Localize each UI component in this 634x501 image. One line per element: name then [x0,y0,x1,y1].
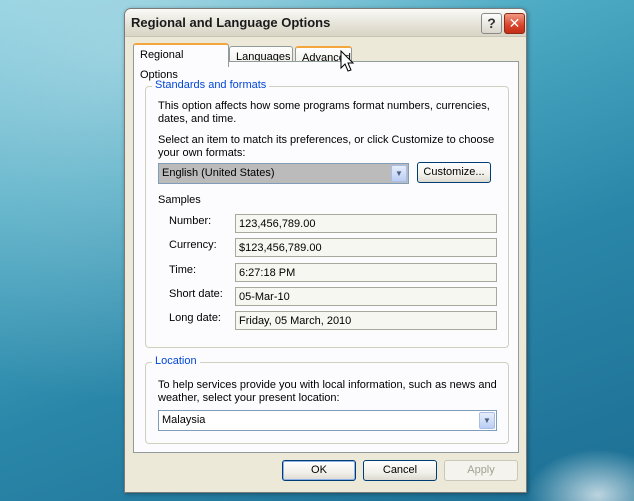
desktop-sparkle [514,441,634,501]
samples-heading: Samples [158,194,201,206]
sample-long-date-value: Friday, 05 March, 2010 [235,311,497,330]
sample-number-value: 123,456,789.00 [235,214,497,233]
format-select[interactable]: English (United States) ▼ [158,163,409,184]
sample-short-date-value: 05-Mar-10 [235,287,497,306]
standards-instruction: Select an item to match its preferences,… [158,134,495,159]
ok-button[interactable]: OK [282,460,356,481]
format-select-value: English (United States) [162,167,275,179]
standards-description: This option affects how some programs fo… [158,100,490,125]
location-select[interactable]: Malaysia ▼ [158,410,497,431]
sample-time-value: 6:27:18 PM [235,263,497,282]
title-bar[interactable]: Regional and Language Options ? ✕ [125,9,526,37]
sample-number-label: Number: [169,215,212,227]
apply-button: Apply [444,460,518,481]
tab-panel-regional-options: Standards and formats This option affect… [133,61,519,453]
mouse-cursor-icon [340,50,355,72]
sample-long-date-label: Long date: [169,312,221,324]
location-description: To help services provide you with local … [158,379,497,404]
cancel-button[interactable]: Cancel [363,460,437,481]
tab-regional-options[interactable]: Regional Options [133,43,229,81]
chevron-down-icon[interactable]: ▼ [479,412,495,429]
sample-currency-label: Currency: [169,239,217,251]
customize-button[interactable]: Customize... [417,162,491,183]
location-legend: Location [152,355,200,367]
dialog-title: Regional and Language Options [131,15,331,30]
chevron-down-icon[interactable]: ▼ [391,165,407,182]
help-button[interactable]: ? [481,13,502,34]
close-button[interactable]: ✕ [504,13,525,34]
sample-time-label: Time: [169,264,197,276]
location-select-value: Malaysia [162,414,206,426]
regional-options-dialog: Regional and Language Options ? ✕ Region… [124,8,527,493]
sample-currency-value: $123,456,789.00 [235,238,497,257]
sample-short-date-label: Short date: [169,288,223,300]
